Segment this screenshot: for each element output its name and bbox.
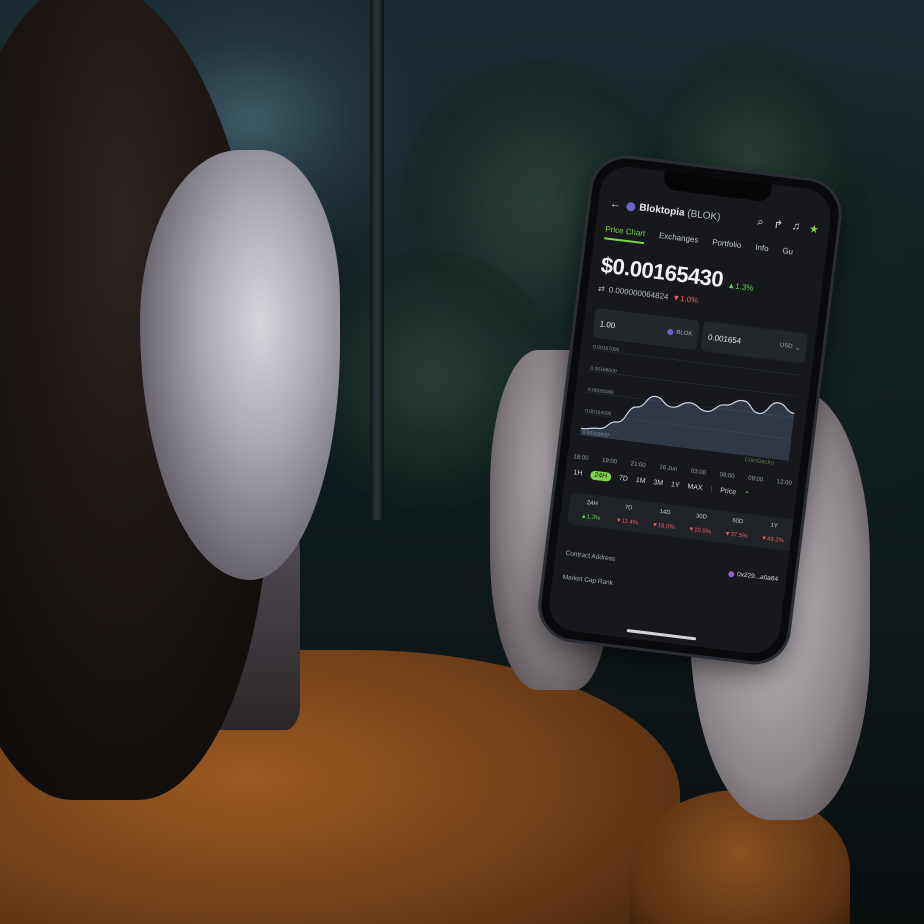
amount-input[interactable]: 1.00 BLOK bbox=[592, 307, 700, 351]
x-tick-label: 21:00 bbox=[630, 461, 646, 469]
x-tick-label: 19:00 bbox=[601, 457, 618, 466]
tab-price-chart[interactable]: Price Chart bbox=[604, 224, 646, 245]
performance-change: ▼49.2% bbox=[760, 535, 785, 545]
tab-portfolio[interactable]: Portfolio bbox=[711, 237, 742, 255]
performance-period: 7D bbox=[624, 504, 633, 512]
back-arrow-icon[interactable]: ← bbox=[608, 197, 624, 213]
performance-period: 30D bbox=[695, 513, 708, 521]
result-input[interactable]: 0.001654 USD ⌄ bbox=[700, 321, 809, 364]
performance-period: 1Y bbox=[770, 522, 779, 530]
btc-price-change: ▼1.0% bbox=[671, 293, 699, 306]
contract-address-label: Contract Address bbox=[565, 549, 616, 563]
range-button-1h[interactable]: 1H bbox=[573, 469, 583, 477]
x-tick-label: 16 Jun bbox=[658, 464, 678, 473]
performance-table: 24H 7D 14D 30D 60D 1Y ▲1.3% ▼11.4% ▼18.0% ▼10.5%… bbox=[567, 492, 798, 552]
amount-unit: BLOK bbox=[666, 328, 693, 338]
range-button-3m[interactable]: 3M bbox=[653, 479, 664, 487]
y-tick-label: 0.00165000 bbox=[587, 387, 614, 396]
performance-period: 60D bbox=[731, 517, 744, 526]
range-button-7d[interactable]: 7D bbox=[619, 475, 629, 483]
chain-icon bbox=[727, 570, 735, 578]
coin-title: Bloktopia (BLOK) bbox=[639, 202, 721, 223]
coin-logo-icon bbox=[666, 328, 674, 336]
result-unit-select[interactable]: USD ⌄ bbox=[779, 342, 800, 351]
gridline bbox=[587, 370, 797, 397]
y-tick-label: 0.00166000 bbox=[590, 366, 617, 375]
performance-change: ▼10.5% bbox=[687, 526, 712, 536]
bell-icon[interactable]: ♫ bbox=[788, 219, 804, 235]
home-indicator bbox=[626, 628, 697, 641]
phone-screen: ← Bloktopia (BLOK) ⌕ ↱ ♫ ★ Price Chart E… bbox=[546, 163, 834, 657]
contract-address-value[interactable]: 0x229...a0a84 bbox=[727, 570, 779, 583]
range-button-24h[interactable]: 24H bbox=[589, 470, 612, 482]
phone-notch bbox=[662, 171, 773, 203]
performance-change: ▼18.0% bbox=[651, 522, 675, 531]
coin-name: Bloktopia bbox=[638, 201, 686, 219]
contract-address-text: 0x229...a0a84 bbox=[736, 570, 779, 583]
performance-period: 24H bbox=[586, 500, 598, 508]
metric-select[interactable]: Price bbox=[720, 487, 737, 496]
x-tick-label: 03:00 bbox=[690, 468, 707, 477]
chart-type-icon[interactable]: ⌃ bbox=[743, 490, 750, 499]
performance-change: ▲1.3% bbox=[580, 513, 601, 522]
amount-value: 1.00 bbox=[599, 318, 616, 330]
price-chart-svg: 0.00167000 0.00166000 0.00165000 0.00164000… bbox=[580, 344, 800, 467]
performance-change: ▼37.5% bbox=[724, 531, 748, 540]
performance-period: 14D bbox=[659, 509, 671, 517]
x-tick-label: 09:00 bbox=[747, 475, 764, 484]
price-chart[interactable]: 0.00167000 0.00166000 0.00165000 0.00164000… bbox=[577, 343, 804, 469]
price-change: ▲1.3% bbox=[726, 280, 754, 293]
market-cap-rank-label: Market Cap Rank bbox=[562, 573, 614, 587]
x-tick-label: 18:00 bbox=[573, 454, 589, 462]
y-tick-label: 0.00167000 bbox=[593, 344, 620, 353]
range-button-1m[interactable]: 1M bbox=[635, 477, 646, 485]
range-button-1y[interactable]: 1Y bbox=[671, 481, 680, 489]
share-icon[interactable]: ↱ bbox=[770, 217, 786, 233]
photo-scene: ← Bloktopia (BLOK) ⌕ ↱ ♫ ★ Price Chart E… bbox=[0, 0, 924, 924]
btc-price: 0.000000064824 bbox=[608, 285, 669, 302]
chevron-down-icon: ⌄ bbox=[794, 344, 801, 352]
result-unit-label: USD bbox=[779, 342, 793, 350]
performance-change: ▼11.4% bbox=[615, 517, 639, 527]
x-tick-label: 06:00 bbox=[719, 472, 735, 480]
result-value: 0.001654 bbox=[707, 332, 742, 346]
tab-info[interactable]: Info bbox=[754, 243, 769, 260]
coin-logo-icon bbox=[625, 201, 636, 212]
amount-unit-label: BLOK bbox=[675, 329, 693, 338]
swap-icon: ⇄ bbox=[597, 283, 606, 294]
x-tick-label: 12:00 bbox=[776, 479, 793, 487]
window-frame bbox=[370, 0, 384, 520]
tab-exchanges[interactable]: Exchanges bbox=[658, 231, 699, 251]
range-divider: | bbox=[709, 486, 713, 494]
tab-more[interactable]: Gu bbox=[781, 246, 794, 262]
range-button-max[interactable]: MAX bbox=[687, 483, 703, 492]
star-icon[interactable]: ★ bbox=[806, 221, 822, 237]
coin-symbol: (BLOK) bbox=[686, 207, 722, 223]
search-icon[interactable]: ⌕ bbox=[753, 214, 769, 230]
y-tick-label: 0.00164000 bbox=[585, 408, 612, 417]
coingecko-watermark: CoinGecko bbox=[744, 457, 775, 467]
